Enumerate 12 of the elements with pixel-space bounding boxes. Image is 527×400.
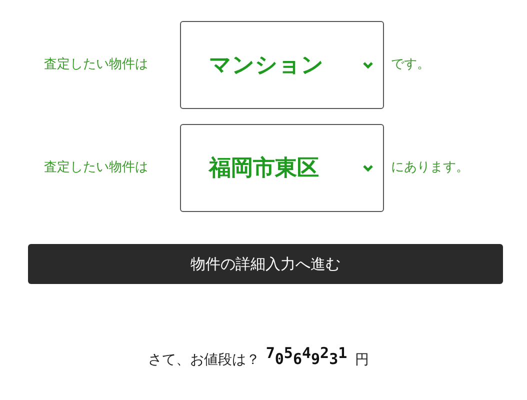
prefix-label: 査定したい物件は xyxy=(44,159,149,178)
submit-button[interactable]: 物件の詳細入力へ進む xyxy=(28,244,503,284)
currency-unit: 円 xyxy=(355,350,370,370)
suffix-label: にあります。 xyxy=(391,159,469,178)
property-select[interactable]: マンション xyxy=(180,21,384,109)
suffix-label: です。 xyxy=(391,56,430,74)
property-select[interactable]: 福岡市東区 xyxy=(180,124,384,212)
price-label: さて、お値段は？ xyxy=(148,350,260,370)
prefix-label: 査定したい物件は xyxy=(44,56,149,74)
chevron-down-icon xyxy=(363,164,373,172)
price-counter: 705649231 xyxy=(266,343,348,370)
chevron-down-icon xyxy=(363,61,373,69)
